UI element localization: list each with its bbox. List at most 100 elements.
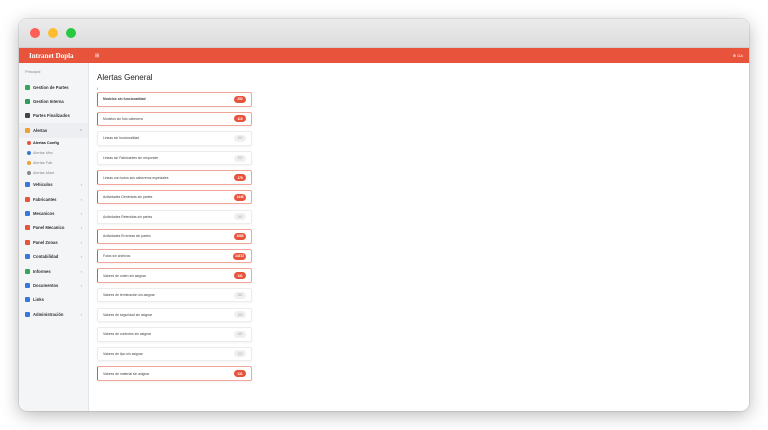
- map-icon: [25, 239, 30, 245]
- alert-count-badge: 115: [234, 115, 246, 123]
- sidebar-item-label: Documentos: [33, 282, 59, 288]
- alert-label: Lineas sin Fabricantes sin responder: [103, 156, 159, 161]
- sidebar-item-label: Panel Mecanico: [33, 225, 65, 231]
- alert-card[interactable]: Lineas con todos sus cabezeros especiale…: [97, 170, 252, 185]
- sidebar-item-label: Vehiculos: [33, 182, 53, 188]
- sidebar: Principal Gestion de Partes Gestion Inter…: [19, 63, 89, 411]
- sidebar-item-contabilidad[interactable]: Contabilidad ›: [19, 250, 88, 264]
- chevron-icon: ^: [79, 127, 82, 133]
- sidebar-item-documentos[interactable]: Documentos ›: [19, 278, 88, 292]
- alert-count-badge: 131: [234, 370, 246, 378]
- sidebar-subitem-alertas-mec[interactable]: Alertas Mec: [19, 148, 88, 158]
- alert-count-badge: 14372: [233, 252, 246, 260]
- bell-icon: [27, 150, 31, 155]
- sidebar-item-links[interactable]: Links: [19, 293, 88, 307]
- sidebar-item-label: Informes: [33, 268, 51, 274]
- bell-icon: [27, 140, 31, 145]
- alert-label: Valores de material sin asignar: [103, 371, 150, 376]
- alert-count-badge: 102: [234, 350, 246, 358]
- alert-count-badge: 131: [234, 272, 246, 280]
- sidebar-item-label: Gestion de Partes: [33, 84, 69, 90]
- document-icon: [25, 282, 30, 288]
- alert-card[interactable]: Valores de seguridad sin asignar 184: [97, 307, 252, 323]
- sidebar-subitem-alertas-maut[interactable]: Alertas Maut: [19, 168, 88, 178]
- alert-card[interactable]: Valores de terminación sin asignar 182: [97, 287, 252, 303]
- chevron-icon: ›: [80, 239, 82, 245]
- sidebar-item-label: Fabricantes: [33, 196, 57, 202]
- alert-count-badge: 292: [234, 95, 246, 103]
- alert-card[interactable]: Modelos sin funcionalidad 292: [97, 92, 252, 107]
- alert-count-badge: 176: [234, 174, 246, 182]
- alert-card[interactable]: Actividades Retenidas sin partes 192: [97, 209, 252, 225]
- alert-count-badge: 202: [234, 154, 246, 162]
- alert-count-badge: 182: [234, 330, 246, 338]
- sidebar-item-label: Alertas: [33, 127, 48, 133]
- alert-card[interactable]: Valores de tipo sin asignar 102: [97, 346, 252, 362]
- alert-label: Actividades Erróneas sin partes: [103, 234, 151, 239]
- alert-card[interactable]: Valores de material sin asignar 131: [97, 366, 252, 381]
- alert-card[interactable]: Lineas sin Fabricantes sin responder 202: [97, 150, 252, 166]
- alert-count-badge: 192: [234, 134, 246, 142]
- alert-label: Valores de orden sin asignar: [103, 273, 146, 278]
- bell-icon: [27, 170, 31, 175]
- alert-label: Fotos sin archivos: [103, 254, 131, 258]
- sidebar-subitem-label: Alertas Mec: [33, 150, 54, 155]
- alert-card[interactable]: Valores de controles sin asignar 182: [97, 327, 252, 342]
- sidebar-item-partes-finalizados[interactable]: Partes Finalizados: [19, 109, 88, 123]
- alert-label: Valores de seguridad sin asignar: [103, 312, 153, 317]
- grid-icon[interactable]: ⊞: [95, 53, 99, 59]
- report-icon: [25, 268, 30, 274]
- panel-icon: [25, 225, 30, 231]
- brand-logo[interactable]: Intranet Dopla: [19, 52, 89, 60]
- alert-card[interactable]: Modelos sin foto cabecera 115: [97, 111, 252, 127]
- sidebar-item-panel-zonas[interactable]: Panel Zonas ›: [19, 235, 88, 249]
- sidebar-item-administraci-n[interactable]: Administración ›: [19, 307, 88, 321]
- bell-icon: [27, 160, 31, 165]
- alert-label: Valores de tipo sin asignar: [103, 351, 143, 356]
- browser-window: Intranet Dopla ⊞ ⊕ GA Principal Gestion …: [19, 19, 749, 411]
- id-card-icon: [25, 99, 30, 105]
- sidebar-item-gestion-de-partes[interactable]: Gestion de Partes: [19, 80, 88, 94]
- user-menu[interactable]: ⊕ GA: [733, 53, 743, 58]
- chevron-icon: ›: [80, 268, 82, 274]
- chevron-icon: ›: [80, 182, 82, 188]
- sidebar-subitem-alertas-config[interactable]: Alertas Config: [19, 138, 88, 148]
- calculator-icon: [25, 254, 30, 260]
- alert-label: Lineas con todos sus cabezeros especiale…: [103, 175, 169, 180]
- alert-card[interactable]: Fotos sin archivos 14372: [97, 248, 252, 264]
- chevron-icon: ›: [80, 211, 82, 217]
- alert-label: Actividades Genéricas sin partes: [103, 195, 153, 200]
- alert-count-badge: 182: [234, 291, 246, 299]
- sidebar-item-panel-mecanico[interactable]: Panel Mecanico ›: [19, 221, 88, 235]
- window-titlebar: [19, 19, 749, 48]
- close-window-button[interactable]: [30, 28, 40, 38]
- main-content: Alertas General I Modelos sin funcionali…: [89, 63, 749, 411]
- sidebar-subitem-label: Alertas Config: [33, 140, 59, 145]
- alert-label: Modelos sin foto cabecera: [103, 116, 143, 121]
- sidebar-item-fabricantes[interactable]: Fabricantes ›: [19, 192, 88, 206]
- sidebar-subitem-alertas-fab[interactable]: Alertas Fab: [19, 158, 88, 168]
- chevron-icon: ›: [80, 311, 82, 317]
- alert-card[interactable]: Lineas sin funcionalidad 192: [97, 131, 252, 146]
- chevron-icon: ›: [80, 225, 82, 231]
- truck-icon: [25, 182, 30, 188]
- sidebar-item-alertas[interactable]: Alertas ^: [19, 123, 88, 138]
- minimize-window-button[interactable]: [48, 28, 58, 38]
- alert-label: Modelos sin funcionalidad: [103, 97, 146, 102]
- alert-card[interactable]: Actividades Erróneas sin partes 1083: [97, 229, 252, 244]
- sidebar-item-mecanicos[interactable]: Mecanicos ›: [19, 206, 88, 220]
- alert-label: Valores de terminación sin asignar: [103, 293, 155, 298]
- maximize-window-button[interactable]: [66, 28, 76, 38]
- settings-icon: [25, 311, 30, 317]
- page-title: Alertas General: [97, 73, 153, 82]
- sidebar-item-label: Gestion Interna: [33, 99, 64, 105]
- sidebar-item-informes[interactable]: Informes ›: [19, 264, 88, 278]
- alert-count-badge: 1083: [234, 232, 246, 240]
- sidebar-item-vehiculos[interactable]: Vehiculos ›: [19, 178, 88, 192]
- chevron-icon: ›: [80, 254, 82, 260]
- sidebar-subitem-label: Alertas Fab: [33, 160, 53, 165]
- sidebar-item-label: Panel Zonas: [33, 239, 58, 245]
- sidebar-item-gestion-interna[interactable]: Gestion Interna: [19, 94, 88, 108]
- alert-card[interactable]: Actividades Genéricas sin partes 1445: [97, 189, 252, 205]
- alert-card[interactable]: Valores de orden sin asignar 131: [97, 268, 252, 283]
